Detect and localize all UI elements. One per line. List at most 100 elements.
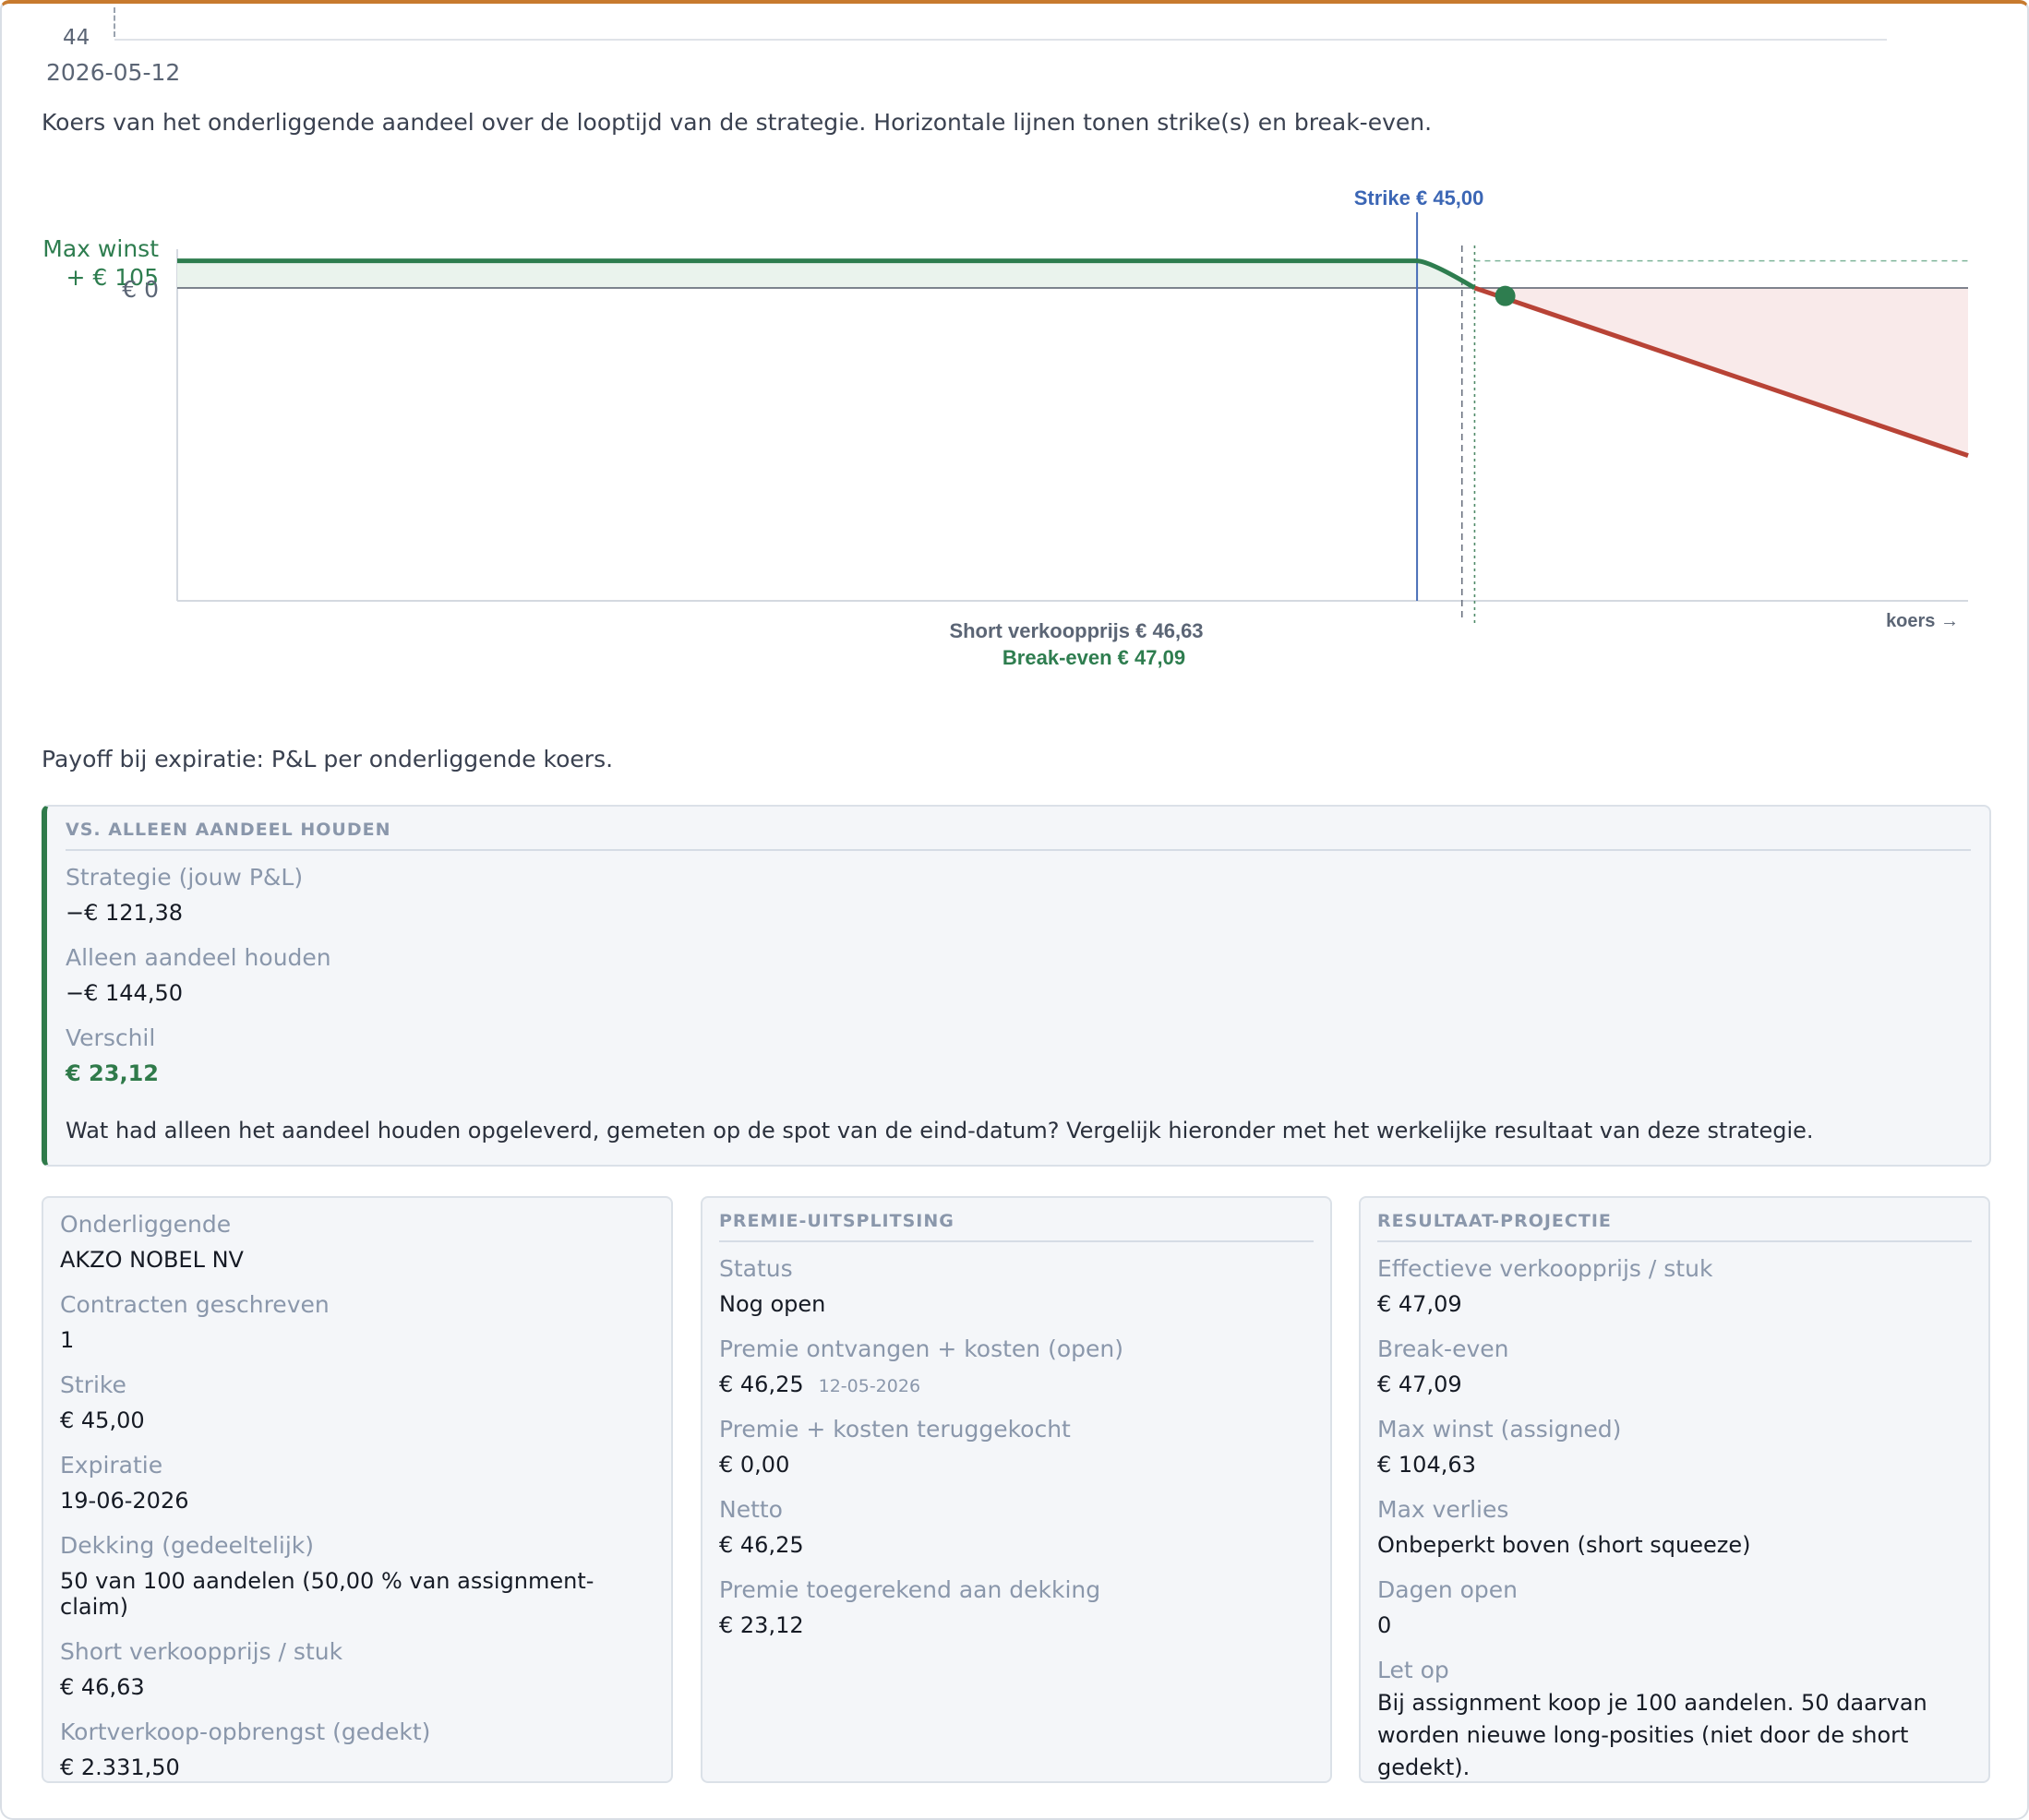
vs-hold-title: VS. ALLEEN AANDEEL HOUDEN [66,820,1971,851]
payoff-caption: Payoff bij expiratie: P&L per onderligge… [42,746,614,772]
price-chart-x-tick: 2026-05-12 [46,59,181,86]
field-value-text: € 46,25 [719,1532,804,1558]
field-details-2: Strike € 45,00 [60,1371,654,1433]
vs-hold-card: VS. ALLEEN AANDEEL HOUDEN Strategie (jou… [42,805,1991,1167]
field-value: € 0,00 [719,1452,1314,1478]
field-label: Strike [60,1371,126,1398]
field-label: Kortverkoop-opbrengst (gedekt) [60,1718,431,1745]
field-premium-items-4: Premie toegerekend aan dekking € 23,12 [719,1576,1314,1638]
profit-area [177,260,1475,288]
strategy-pnl-label: Strategie (jouw P&L) [66,864,304,891]
field-label: Break-even [1377,1335,1509,1362]
field-projection-items-4: Dagen open 0 [1377,1576,1972,1638]
current-spot-point [1495,285,1516,306]
field-value: € 47,09 [1377,1371,1972,1397]
field-value-text: 19-06-2026 [60,1488,189,1514]
field-projection-items-3: Max verlies Onbeperkt boven (short squeez… [1377,1496,1972,1558]
difference-value: € 23,12 [66,1060,159,1086]
strike-label: Strike € 45,00 [1354,186,1484,210]
strategy-pnl-value: −€ 121,38 [66,900,183,926]
field-value-text: € 45,00 [60,1407,145,1433]
max-profit-label-1: Max winst [42,235,159,262]
break-even-label: Break-even € 47,09 [1002,646,1185,669]
field-value: 1 [60,1327,654,1353]
premium-card: PREMIE-UITSPLITSING Status Nog open Premie… [701,1196,1332,1783]
field-label: Netto [719,1496,783,1523]
field-label: Premie toegerekend aan dekking [719,1576,1101,1603]
field-label: Let op [1377,1657,1449,1683]
field-value: € 46,63 [60,1674,654,1700]
field-label: Dekking (gedeeltelijk) [60,1532,315,1559]
field-label: Onderliggende [60,1211,232,1238]
field-date: 12-05-2026 [818,1376,921,1396]
field-label: Status [719,1255,793,1282]
field-details-4: Dekking (gedeeltelijk) 50 van 100 aandele… [60,1532,654,1620]
field-value: € 47,09 [1377,1291,1972,1317]
x-axis-label: koers → [1886,611,1959,631]
field-value-text: AKZO NOBEL NV [60,1247,244,1273]
field-value-text: € 46,63 [60,1674,145,1700]
field-value: Nog open [719,1291,1314,1317]
field-details-0: Onderliggende AKZO NOBEL NV [60,1211,654,1273]
short-price-label: Short verkoopprijs € 46,63 [949,619,1203,642]
price-chart-y-tick: 44 [63,26,90,50]
field-label: Effectieve verkoopprijs / stuk [1377,1255,1713,1282]
field-projection-items-2: Max winst (assigned) € 104,63 [1377,1416,1972,1478]
field-value-text: € 2.331,50 [60,1754,180,1780]
field-details-6: Kortverkoop-opbrengst (gedekt) € 2.331,50 [60,1718,654,1780]
field-value-text: Onbeperkt boven (short squeeze) [1377,1532,1751,1558]
zero-label: € 0 [122,276,159,303]
field-label: Max winst (assigned) [1377,1416,1622,1443]
field-value-text: Nog open [719,1291,826,1317]
field-value-text: € 47,09 [1377,1291,1462,1317]
hold-only-value: −€ 144,50 [66,980,183,1006]
details-card: Onderliggende AKZO NOBEL NV Contracten ges… [42,1196,673,1783]
field-value-text: 0 [1377,1612,1392,1638]
field-value-text: Bij assignment koop je 100 aandelen. 50 … [1377,1690,1927,1780]
field-value-text: € 104,63 [1377,1452,1476,1478]
projection-card: RESULTAAT-PROJECTIE Effectieve verkooppr… [1359,1196,1990,1783]
hold-only-label: Alleen aandeel houden [66,944,331,971]
field-value-text: € 23,12 [719,1612,804,1638]
field-value: AKZO NOBEL NV [60,1247,654,1273]
field-value: € 23,12 [719,1612,1314,1638]
field-value-text: € 46,25 [719,1371,804,1397]
field-value: Onbeperkt boven (short squeeze) [1377,1532,1972,1558]
field-value-text: € 0,00 [719,1452,790,1478]
field-label: Max verlies [1377,1496,1509,1523]
field-value: € 46,25 [719,1532,1314,1558]
field-value: € 45,00 [60,1407,654,1433]
field-details-1: Contracten geschreven 1 [60,1291,654,1353]
field-label: Premie + kosten teruggekocht [719,1416,1071,1443]
field-value: € 104,63 [1377,1452,1972,1478]
field-value: Bij assignment koop je 100 aandelen. 50 … [1377,1687,1972,1784]
difference-label: Verschil [66,1024,156,1051]
field-value: € 2.331,50 [60,1754,654,1780]
field-premium-items-0: Status Nog open [719,1255,1314,1317]
price-chart-date-marker [114,7,115,37]
field-projection-items-0: Effectieve verkoopprijs / stuk € 47,09 [1377,1255,1972,1317]
projection-title: RESULTAAT-PROJECTIE [1377,1211,1972,1242]
price-chart-axis [114,39,1887,41]
field-value-text: € 47,09 [1377,1371,1462,1397]
field-value: 0 [1377,1612,1972,1638]
field-premium-items-1: Premie ontvangen + kosten (open) € 46,25 1… [719,1335,1314,1397]
field-value: 50 van 100 aandelen (50,00 % van assignm… [60,1568,654,1620]
field-label: Dagen open [1377,1576,1519,1603]
field-projection-items-1: Break-even € 47,09 [1377,1335,1972,1397]
strategy-detail-panel: 44 2026-05-12 Koers van het onderliggend… [0,0,2029,1820]
premium-title: PREMIE-UITSPLITSING [719,1211,1314,1242]
field-label: Premie ontvangen + kosten (open) [719,1335,1123,1362]
price-chart-caption: Koers van het onderliggende aandeel over… [42,109,1433,136]
field-value: 19-06-2026 [60,1488,654,1514]
field-details-5: Short verkoopprijs / stuk € 46,63 [60,1638,654,1700]
field-value: € 46,25 12-05-2026 [719,1371,1314,1397]
field-value-text: 1 [60,1327,75,1353]
vs-hold-note: Wat had alleen het aandeel houden opgele… [66,1118,1814,1143]
field-projection-items-5: Let op Bij assignment koop je 100 aandele… [1377,1657,1972,1784]
field-premium-items-3: Netto € 46,25 [719,1496,1314,1558]
payoff-chart: Strike € 45,00Max winst+ € 105€ 0Short v… [42,186,1969,669]
field-premium-items-2: Premie + kosten teruggekocht € 0,00 [719,1416,1314,1478]
field-label: Contracten geschreven [60,1291,330,1318]
field-value-text: 50 van 100 aandelen (50,00 % van assignm… [60,1568,594,1620]
